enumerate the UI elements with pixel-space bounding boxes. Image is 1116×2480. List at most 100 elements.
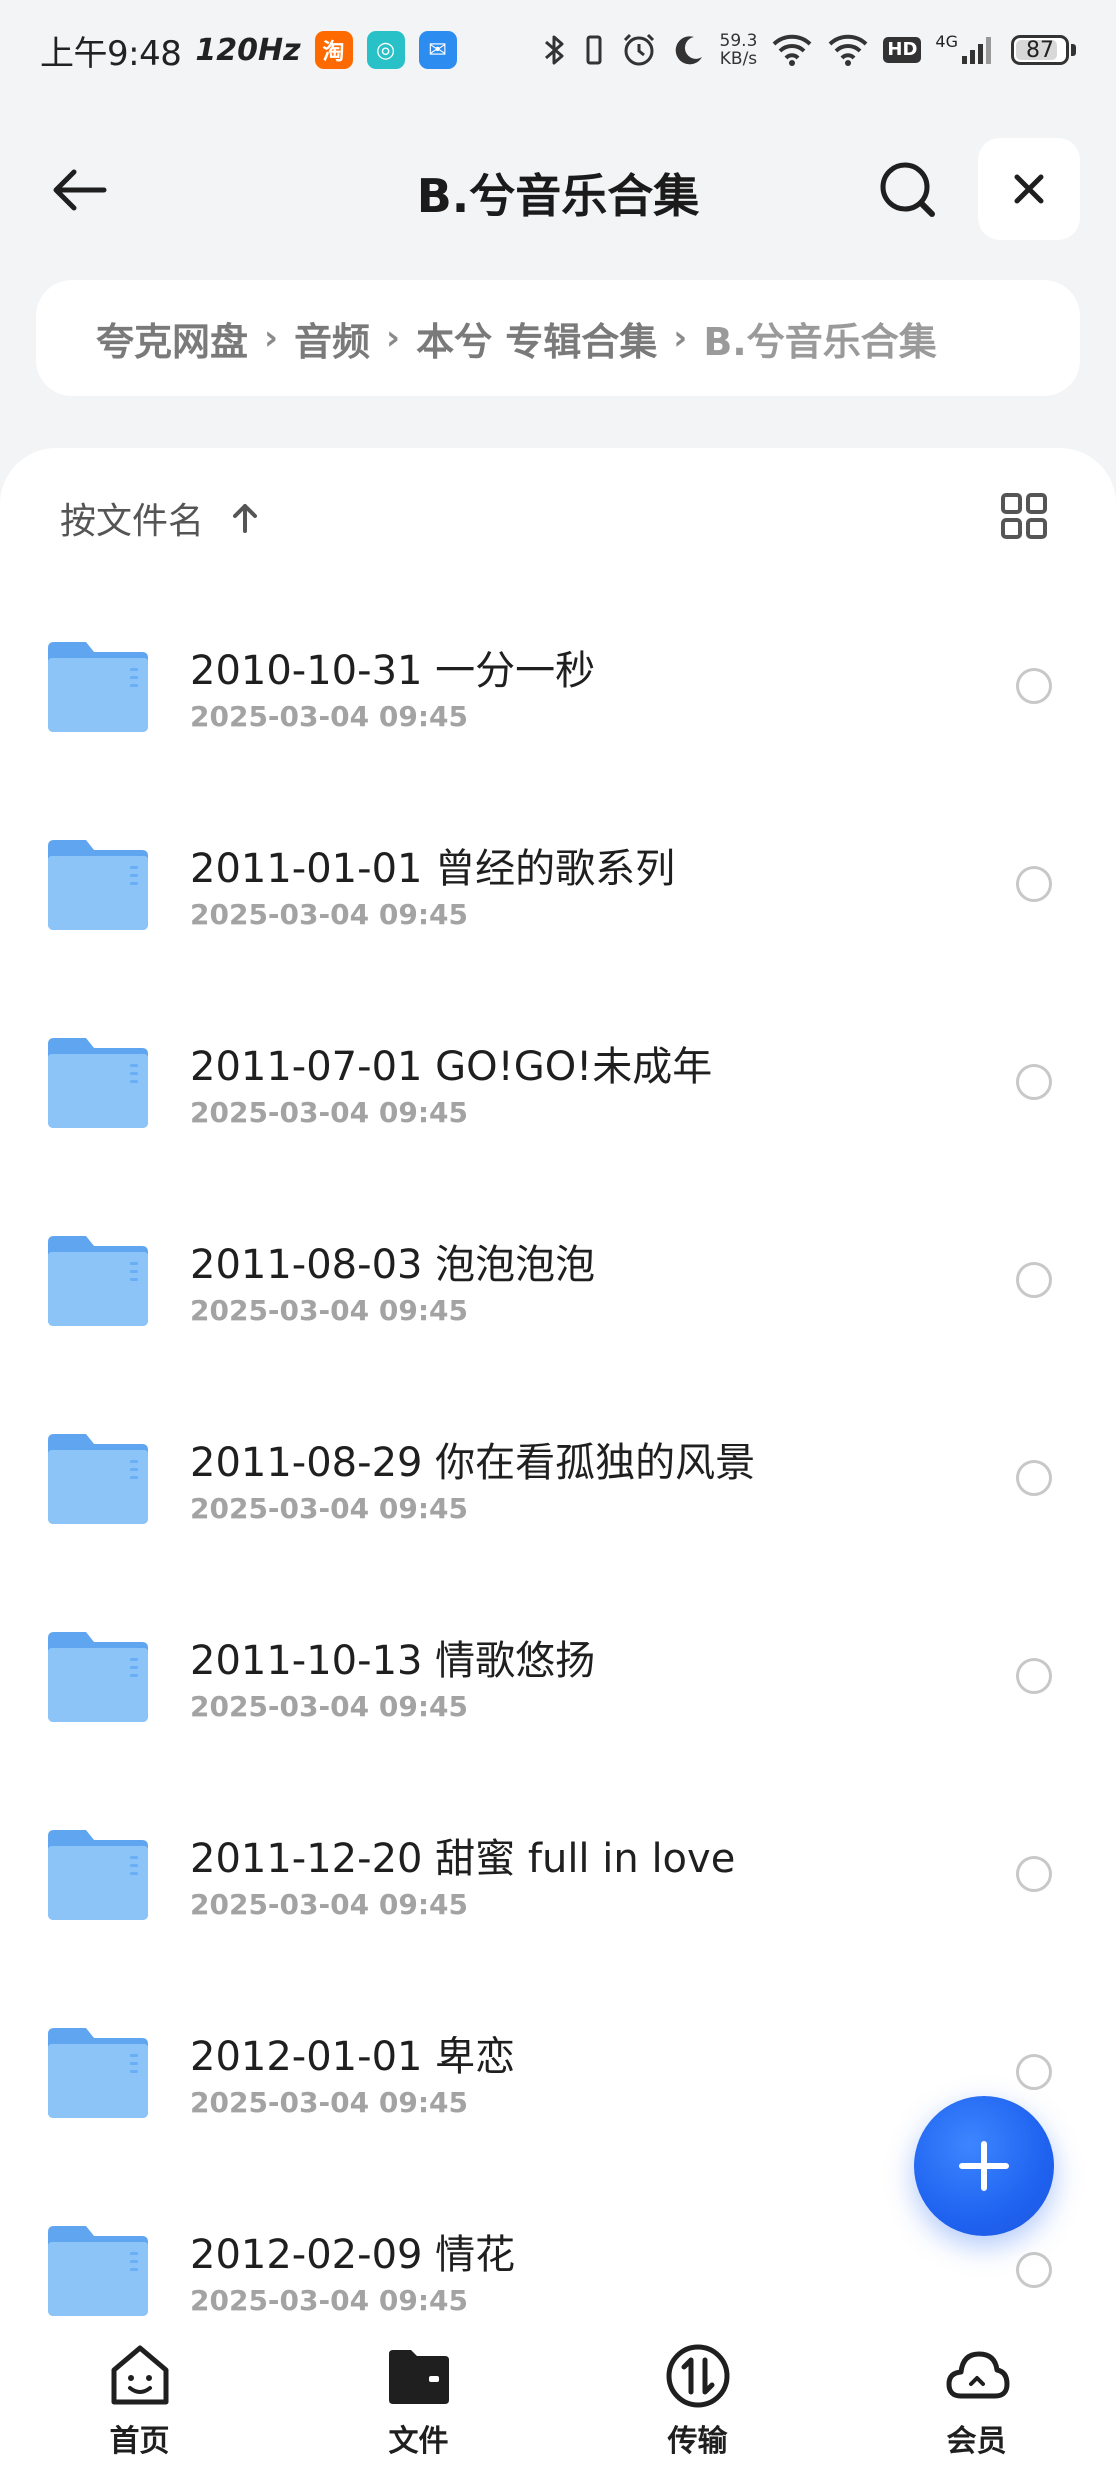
file-name: 2011-08-29 你在看孤独的风景 <box>190 1440 756 1486</box>
grid-view-toggle[interactable] <box>1000 492 1048 540</box>
add-button[interactable] <box>914 2096 1054 2236</box>
nav-label-transfer: 传输 <box>667 2424 728 2459</box>
close-icon <box>1014 174 1044 204</box>
battery-body: 87 <box>1011 35 1069 65</box>
file-date: 2025-03-04 09:45 <box>190 898 468 931</box>
file-name: 2011-07-01 GO!GO!未成年 <box>190 1044 713 1090</box>
folder-icon <box>48 2226 148 2316</box>
battery-level: 87 <box>1026 37 1054 63</box>
folder-icon <box>48 1236 148 1326</box>
file-row[interactable]: 2011-01-01 曾经的歌系列 2025-03-04 09:45 <box>0 786 1116 984</box>
file-row[interactable]: 2011-10-13 情歌悠扬 2025-03-04 09:45 <box>0 1578 1116 1776</box>
back-button[interactable] <box>40 150 120 230</box>
network-speed: 59.3 KB/s <box>720 32 758 68</box>
select-checkbox[interactable] <box>1016 2054 1052 2090</box>
nav-item-home[interactable]: 首页 <box>0 2320 279 2480</box>
plus-icon <box>959 2141 1009 2191</box>
wifi-icon <box>773 34 812 66</box>
page-title: B.兮音乐合集 <box>416 169 700 223</box>
status-left: 上午9:48 120Hz 淘 ◎ ✉ <box>40 26 457 75</box>
file-name: 2011-01-01 曾经的歌系列 <box>190 846 676 892</box>
file-row[interactable]: 2011-12-20 甜蜜 full in love 2025-03-04 09:… <box>0 1776 1116 1974</box>
folder-icon <box>48 2028 148 2118</box>
folder-icon <box>48 840 148 930</box>
folder-icon <box>48 1038 148 1128</box>
arrow-left-icon <box>53 169 107 211</box>
file-date: 2025-03-04 09:45 <box>190 1096 468 1129</box>
taobao-app-icon: 淘 <box>314 31 353 69</box>
header: B.兮音乐合集 <box>0 130 1116 250</box>
file-date: 2025-03-04 09:45 <box>190 1294 468 1327</box>
arrow-up-icon <box>233 504 258 533</box>
signal-bars-icon <box>962 37 991 64</box>
file-row[interactable]: 2011-08-29 你在看孤独的风景 2025-03-04 09:45 <box>0 1380 1116 1578</box>
status-bar: 上午9:48 120Hz 淘 ◎ ✉ 59.3 KB/s HD 4G 87 <box>0 0 1116 100</box>
battery-tip <box>1071 44 1076 56</box>
file-name: 2011-12-20 甜蜜 full in love <box>190 1836 736 1882</box>
speed-value: 59.3 <box>719 31 758 51</box>
file-date: 2025-03-04 09:45 <box>190 700 468 733</box>
select-checkbox[interactable] <box>1016 866 1052 902</box>
file-date: 2025-03-04 09:45 <box>190 1888 468 1921</box>
folder-icon <box>48 1632 148 1722</box>
cloud-icon <box>946 2351 1009 2399</box>
select-checkbox[interactable] <box>1016 1064 1052 1100</box>
file-date: 2025-03-04 09:45 <box>190 1492 468 1525</box>
nav-label-membership: 会员 <box>946 2424 1007 2459</box>
file-row[interactable]: 2011-07-01 GO!GO!未成年 2025-03-04 09:45 <box>0 984 1116 1182</box>
transfer-icon <box>666 2344 729 2408</box>
app-notification-icon: ◎ <box>366 31 405 69</box>
select-checkbox[interactable] <box>1016 1262 1052 1298</box>
nav-label-files: 文件 <box>388 2424 449 2459</box>
file-date: 2025-03-04 09:45 <box>190 2086 468 2119</box>
grid-view-icon <box>1001 493 1047 539</box>
moon-icon <box>675 36 702 65</box>
folder-wallet-icon <box>388 2350 449 2404</box>
select-checkbox[interactable] <box>1016 1856 1052 1892</box>
refresh-rate: 120Hz <box>195 32 301 68</box>
breadcrumb-item-album-collection[interactable]: 本兮 专辑合集 <box>416 311 657 366</box>
file-row[interactable]: 2011-08-03 泡泡泡泡 2025-03-04 09:45 <box>0 1182 1116 1380</box>
file-name: 2011-10-13 情歌悠扬 <box>190 1638 596 1684</box>
hd-badge: HD <box>883 37 922 63</box>
battery-indicator: 87 <box>1011 35 1076 65</box>
bottom-nav: 首页 文件 传输 会员 <box>0 2320 1116 2480</box>
breadcrumb: 夸克网盘 › 音频 › 本兮 专辑合集 › B.兮音乐合集 <box>36 280 1080 396</box>
folder-icon <box>48 1830 148 1920</box>
nav-item-transfer[interactable]: 传输 <box>558 2320 837 2480</box>
sort-label: 按文件名 <box>60 501 205 542</box>
sort-button[interactable]: 按文件名 <box>60 492 262 544</box>
breadcrumb-item-quark-drive[interactable]: 夸克网盘 <box>96 311 248 366</box>
nav-item-membership[interactable]: 会员 <box>837 2320 1116 2480</box>
bluetooth-icon <box>544 35 564 65</box>
breadcrumb-item-audio[interactable]: 音频 <box>294 311 370 366</box>
cellular-signal: 4G <box>935 34 997 66</box>
speed-unit: KB/s <box>719 49 758 69</box>
status-time: 上午9:48 <box>40 33 182 74</box>
file-name: 2010-10-31 一分一秒 <box>190 648 596 694</box>
chevron-right-icon: › <box>386 318 401 358</box>
status-right: 59.3 KB/s HD 4G 87 <box>542 31 1076 69</box>
nav-item-files[interactable]: 文件 <box>279 2320 558 2480</box>
select-checkbox[interactable] <box>1016 668 1052 704</box>
chevron-right-icon: › <box>673 318 688 358</box>
close-button[interactable] <box>978 138 1080 240</box>
nav-label-home: 首页 <box>109 2424 170 2459</box>
vibrate-icon <box>586 35 602 65</box>
file-row[interactable]: 2010-10-31 一分一秒 2025-03-04 09:45 <box>0 588 1116 786</box>
file-date: 2025-03-04 09:45 <box>190 2284 468 2317</box>
file-name: 2011-08-03 泡泡泡泡 <box>190 1242 596 1288</box>
search-button[interactable] <box>868 150 948 230</box>
home-icon <box>111 2345 168 2405</box>
alarm-icon <box>623 33 654 66</box>
file-name: 2012-01-01 卑恋 <box>190 2034 516 2080</box>
select-checkbox[interactable] <box>1016 1658 1052 1694</box>
file-name: 2012-02-09 情花 <box>190 2232 516 2278</box>
message-app-icon: ✉ <box>418 31 457 69</box>
network-type: 4G <box>935 32 958 51</box>
breadcrumb-item-current: B.兮音乐合集 <box>703 319 937 364</box>
folder-icon <box>48 642 148 732</box>
select-checkbox[interactable] <box>1016 2252 1052 2288</box>
select-checkbox[interactable] <box>1016 1460 1052 1496</box>
wifi-secondary-icon <box>829 34 868 66</box>
